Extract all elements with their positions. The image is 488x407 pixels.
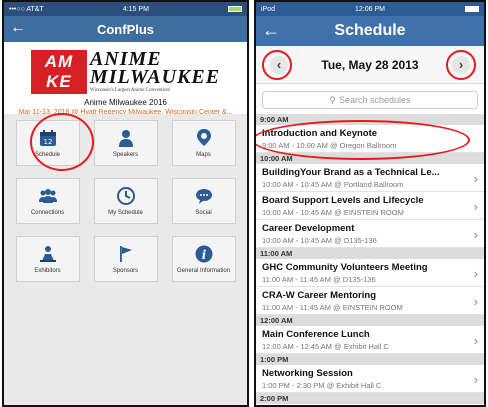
date-selector: ‹ Tue, May 28 2013 › (256, 46, 484, 84)
session-item[interactable]: GHC Community Volunteers Meeting 11:00 A… (256, 259, 484, 287)
search-placeholder: Search schedules (339, 95, 411, 105)
back-arrow-icon[interactable]: ← (10, 20, 26, 36)
tile-exhibitors[interactable]: Exhibitors (15, 236, 80, 282)
tile-label-exhibitors: Exhibitors (34, 267, 61, 274)
confplus-home-screen: •••○○ AT&T 4:15 PM ← ConfPlus AM KE ANIM… (2, 0, 249, 407)
tile-label-speakers: Speakers (112, 151, 139, 158)
clock-label: 12:06 PM (355, 5, 385, 13)
battery-icon (464, 6, 479, 12)
banner-tagline: Wisconsin's Largest Anime Convention! (89, 88, 171, 93)
prev-day-button[interactable]: ‹ (270, 55, 288, 74)
session-title: BuildingYour Brand as a Technical Le... (262, 167, 440, 178)
session-item[interactable]: Board Support Levels and Lifecycle 10:00… (256, 192, 484, 220)
time-header: 9:00 AM (256, 114, 484, 125)
nav-bar: ← ConfPlus (4, 16, 247, 42)
calendar-icon: 12 (39, 129, 56, 146)
session-item[interactable]: Career Development 10:00 AM - 10:45 AM @… (256, 220, 484, 248)
app-title: ConfPlus (96, 21, 155, 37)
exhibitor-icon (39, 245, 56, 262)
session-title: CRA-W Career Mentoring (262, 290, 377, 301)
next-day-button[interactable]: › (451, 55, 470, 74)
session-item[interactable]: CRA-W Career Mentoring 11:00 AM - 11:45 … (256, 287, 484, 315)
chevron-right-icon: › (473, 171, 478, 186)
session-item[interactable]: Main Conference Lunch 12:00 AM - 12:45 A… (256, 326, 484, 354)
people-icon (38, 188, 57, 203)
battery-icon (227, 6, 242, 12)
event-banner: AM KE ANIME MILWAUKEE Wisconsin's Larges… (4, 42, 247, 97)
session-title: Networking Session (262, 368, 353, 379)
tile-label-sponsors: Sponsors (112, 267, 139, 274)
session-time-location: 11:00 AM - 11:45 AM @ EINSTEIN ROOM (262, 303, 403, 312)
event-name: Anime Milwaukee 2016 (84, 98, 167, 107)
tile-my-schedule[interactable]: My Schedule (93, 178, 158, 224)
search-icon: ⚲ (329, 94, 337, 105)
session-item[interactable]: BuildingYour Brand as a Technical Le... … (256, 164, 484, 192)
tile-maps[interactable]: Maps (171, 120, 236, 166)
clock-label: 4:15 PM (122, 5, 149, 13)
session-time-location: 9:00 AM - 10:00 AM @ Oregon Ballroom (262, 141, 397, 150)
session-item[interactable]: Networking Session 1:00 PM - 2:30 PM @ E… (256, 365, 484, 393)
current-date: Tue, May 28 2013 (321, 57, 419, 72)
tile-general-information[interactable]: i General Information (171, 236, 236, 282)
status-bar: •••○○ AT&T 4:15 PM (4, 2, 247, 16)
chat-bubble-icon (195, 188, 212, 204)
session-title: Main Conference Lunch (262, 329, 370, 340)
time-header: 12:00 AM (256, 315, 484, 326)
session-time-location: 12:00 AM - 12:45 AM @ Exhibit Hall C (262, 342, 389, 351)
clock-icon (116, 186, 135, 205)
tile-label-social: Social (195, 209, 212, 216)
svg-text:i: i (201, 248, 206, 262)
tile-sponsors[interactable]: Sponsors (93, 236, 158, 282)
tile-label-maps: Maps (196, 151, 211, 158)
svg-text:12: 12 (43, 138, 52, 146)
session-time-location: 10:00 AM - 10:45 AM @ Portland Ballroom (262, 180, 404, 189)
status-bar: iPod 12:06 PM (256, 2, 484, 16)
tile-label-my-schedule: My Schedule (108, 209, 143, 216)
amke-logo: AM KE (30, 49, 87, 94)
page-title: Schedule (334, 22, 406, 39)
time-header: 10:00 AM (256, 153, 484, 164)
menu-grid-area: 12 Schedule Speakers Maps Connections My… (4, 114, 247, 405)
session-time-location: 10:00 AM - 10:45 AM @ EINSTEIN ROOM (262, 208, 404, 217)
map-pin-icon (196, 128, 211, 146)
carrier-label: •••○○ AT&T (9, 5, 44, 13)
schedule-screen: iPod 12:06 PM ← Schedule ‹ Tue, May 28 2… (254, 0, 486, 407)
tile-schedule[interactable]: 12 Schedule (15, 120, 80, 166)
schedule-list: 9:00 AM Introduction and Keynote 9:00 AM… (256, 114, 484, 404)
tile-label-connections: Connections (30, 209, 65, 216)
tile-label-schedule: Schedule (34, 151, 61, 158)
time-header: 11:00 AM (256, 248, 484, 259)
chevron-right-icon: › (473, 294, 478, 309)
time-header: 1:00 PM (256, 354, 484, 365)
tile-speakers[interactable]: Speakers (93, 120, 158, 166)
session-title: Career Development (262, 223, 355, 234)
session-title: Introduction and Keynote (262, 128, 378, 139)
chevron-right-icon: › (473, 227, 478, 242)
session-title: Board Support Levels and Lifecycle (262, 195, 424, 206)
chevron-right-icon: › (473, 333, 478, 348)
nav-bar: ← Schedule (256, 16, 484, 46)
session-time-location: 1:00 PM - 2:30 PM @ Exhibit Hall C (262, 381, 382, 390)
chevron-right-icon: › (473, 372, 478, 387)
chevron-right-icon: › (473, 266, 478, 281)
session-time-location: 10:00 AM - 10:45 AM @ D135-136 (262, 236, 377, 245)
tile-label-general-information: General Information (176, 267, 231, 274)
session-time-location: 11:00 AM - 11:45 AM @ D135-136 (262, 275, 376, 284)
search-input[interactable]: ⚲ Search schedules (262, 91, 478, 109)
back-arrow-icon[interactable]: ← (262, 21, 280, 39)
tile-social[interactable]: Social (171, 178, 236, 224)
tile-connections[interactable]: Connections (15, 178, 80, 224)
flag-icon (119, 245, 132, 262)
session-title: GHC Community Volunteers Meeting (262, 262, 428, 273)
banner-title-line2: MILWAUKEE (89, 66, 221, 88)
carrier-label: iPod (261, 5, 276, 13)
menu-grid: 12 Schedule Speakers Maps Connections My… (14, 120, 237, 282)
person-icon (118, 129, 133, 147)
chevron-right-icon: › (473, 199, 478, 214)
session-item[interactable]: Introduction and Keynote 9:00 AM - 10:00… (256, 125, 484, 153)
time-header: 2:00 PM (256, 393, 484, 404)
info-icon: i (195, 245, 212, 262)
